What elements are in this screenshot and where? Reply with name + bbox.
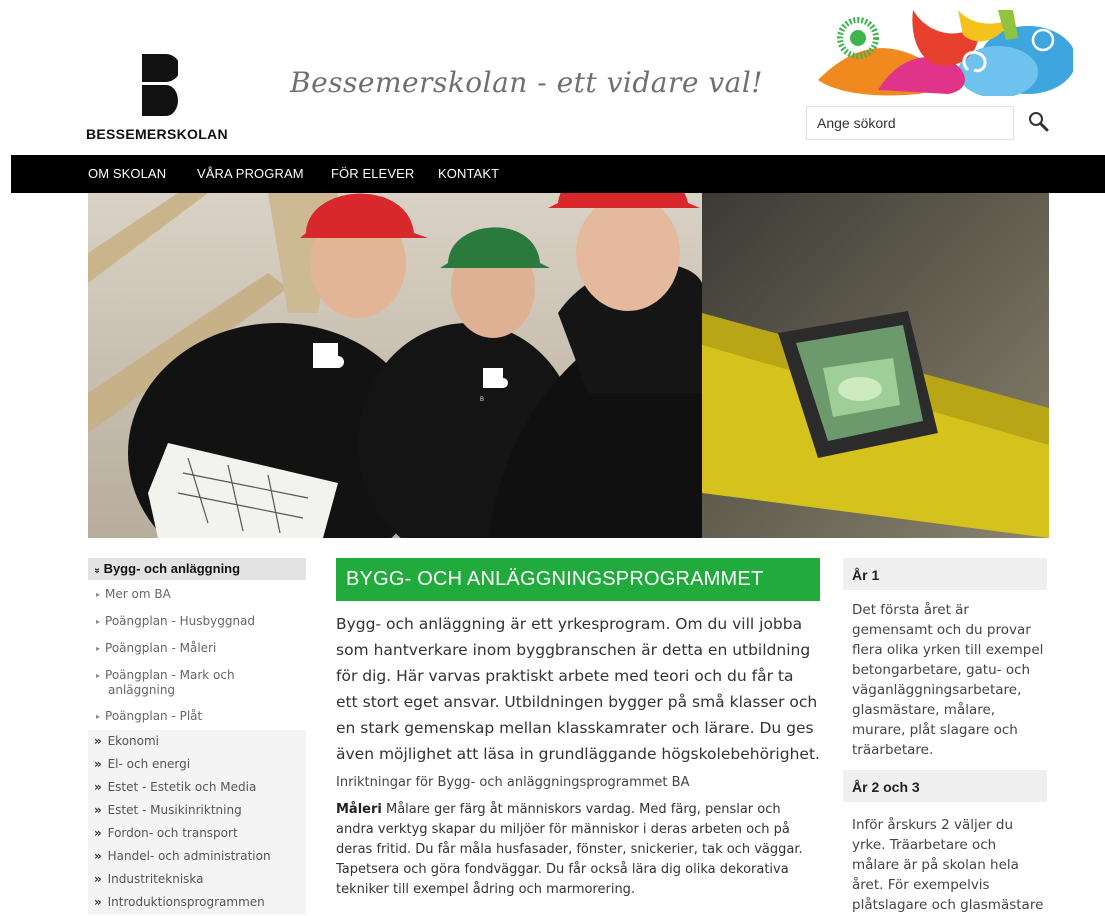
- year-2-3-heading: År 2 och 3: [843, 770, 1047, 802]
- intro-paragraph: Bygg- och anläggning är ett yrkesprogram…: [336, 615, 820, 763]
- sidebar-subitem-label: Mer om BA: [105, 587, 171, 601]
- sidebar-cat-marker: »: [94, 849, 102, 863]
- sidebar-active-label: Bygg- och anläggning: [103, 561, 241, 576]
- sidebar-cat-marker: »: [94, 895, 102, 909]
- nav-item-for-elever[interactable]: FÖR ELEVER: [331, 166, 414, 181]
- sidebar-sub-marker: ▸: [96, 590, 101, 599]
- sidebar-cat-label: Industritekniska: [107, 872, 204, 886]
- year-2-3-text: Inför årskurs 2 väljer du yrke. Träarbet…: [852, 817, 1044, 913]
- sidebar-active-marker: »: [91, 567, 103, 574]
- sidebar-cat-label: Handel- och administration: [107, 849, 271, 863]
- main-nav: OM SKOLAN VÅRA PROGRAM FÖR ELEVER KONTAK…: [11, 155, 1105, 193]
- sidebar-subitem-label: Poängplan - Måleri: [105, 641, 217, 655]
- site-logo[interactable]: BESSEMERSKOLAN: [86, 52, 246, 144]
- maleri-text: Målare ger färg åt människors vardag. Me…: [336, 802, 803, 897]
- sidebar-sub-marker: ▸: [96, 644, 101, 653]
- nav-item-vara-program[interactable]: VÅRA PROGRAM: [197, 166, 304, 181]
- site-header: BESSEMERSKOLAN Bessemerskolan - ett vida…: [0, 0, 1105, 155]
- search-button[interactable]: [1024, 108, 1054, 138]
- logo-b-mark: [142, 54, 178, 116]
- year-1-heading: År 1: [843, 558, 1047, 590]
- sidebar-cat-marker: »: [94, 780, 102, 794]
- sidebar-sub-marker: ▸: [96, 671, 101, 680]
- hero-jacket-text: B: [480, 397, 484, 403]
- sidebar-cat-marker: »: [94, 803, 102, 817]
- maleri-paragraph: Måleri Målare ger färg åt människors var…: [336, 800, 820, 900]
- sidebar-item-fordon[interactable]: » Fordon- och transport: [88, 822, 306, 845]
- sidebar-cat-marker: »: [94, 826, 102, 840]
- sidebar-cat-label: Estet - Estetik och Media: [107, 780, 257, 794]
- sidebar-sub-marker: ▸: [96, 712, 101, 721]
- nav-item-om-skolan[interactable]: OM SKOLAN: [88, 166, 166, 181]
- sidebar-cat-marker: »: [94, 757, 102, 771]
- sidebar-item-estet-media[interactable]: » Estet - Estetik och Media: [88, 776, 306, 799]
- sidebar-cat-label: Estet - Musikinriktning: [107, 803, 242, 817]
- logo-text: BESSEMERSKOLAN: [86, 126, 228, 142]
- page-title: BYGG- OCH ANLÄGGNINGSPROGRAMMET: [336, 558, 820, 601]
- sidebar-cat-label: Introduktionsprogrammen: [107, 895, 265, 909]
- sidebar-subitem-husbyggnad[interactable]: ▸ Poängplan - Husbyggnad: [88, 614, 306, 629]
- sidebar-cat-marker: »: [94, 872, 102, 886]
- sidebar-subitem-label: Poängplan - Plåt: [105, 709, 203, 723]
- hero-illustration: B: [88, 193, 1049, 538]
- search-input[interactable]: [806, 106, 1014, 140]
- sidebar-subitem-label: Poängplan - Mark och anläggning: [105, 668, 235, 697]
- sidebar-cat-label: Fordon- och transport: [107, 826, 238, 840]
- sidebar-item-bygg-active[interactable]: »Bygg- och anläggning: [88, 558, 306, 580]
- maleri-label: Måleri: [336, 802, 382, 817]
- main-content: BYGG- OCH ANLÄGGNINGSPROGRAMMET Bygg- oc…: [336, 558, 820, 900]
- sidebar-subitem-mark-och-anlaggning[interactable]: ▸ Poängplan - Mark och anläggning: [88, 668, 258, 697]
- sidebar-subitem-maleri[interactable]: ▸ Poängplan - Måleri: [88, 641, 306, 656]
- year-info-sidebar: År 1 Det första året är gemensamt och du…: [843, 558, 1047, 915]
- decorative-swirl-graphic: [818, 10, 1073, 96]
- sidebar-cat-label: El- och energi: [107, 757, 191, 771]
- sidebar-subitem-plat[interactable]: ▸ Poängplan - Plåt: [88, 709, 306, 724]
- sidebar-subitem-label: Poängplan - Husbyggnad: [105, 614, 256, 628]
- nav-item-kontakt[interactable]: KONTAKT: [438, 166, 499, 181]
- sidebar-item-handel[interactable]: » Handel- och administration: [88, 845, 306, 868]
- site-tagline: Bessemerskolan - ett vidare val!: [290, 66, 764, 99]
- sidebar-item-ekonomi[interactable]: » Ekonomi: [88, 730, 306, 753]
- year-1-text: Det första året är gemensamt och du prov…: [852, 602, 1044, 758]
- program-sidebar: »Bygg- och anläggning ▸ Mer om BA ▸ Poängp…: [88, 558, 306, 914]
- sidebar-subitem-mer-om-ba[interactable]: ▸ Mer om BA: [88, 587, 306, 602]
- specializations-heading: Inriktningar för Bygg- och anläggningspr…: [336, 775, 690, 790]
- sidebar-cat-label: Ekonomi: [107, 734, 160, 748]
- search-icon: [1029, 111, 1049, 131]
- sidebar-item-industritekniska[interactable]: » Industritekniska: [88, 868, 306, 891]
- hero-photo: B: [88, 193, 1049, 538]
- sidebar-item-introduktion[interactable]: » Introduktionsprogrammen: [88, 891, 306, 914]
- sidebar-item-estet-musik[interactable]: » Estet - Musikinriktning: [88, 799, 306, 822]
- sidebar-sub-marker: ▸: [96, 617, 101, 626]
- sidebar-cat-marker: »: [94, 734, 102, 748]
- sidebar-item-el-och-energi[interactable]: » El- och energi: [88, 753, 306, 776]
